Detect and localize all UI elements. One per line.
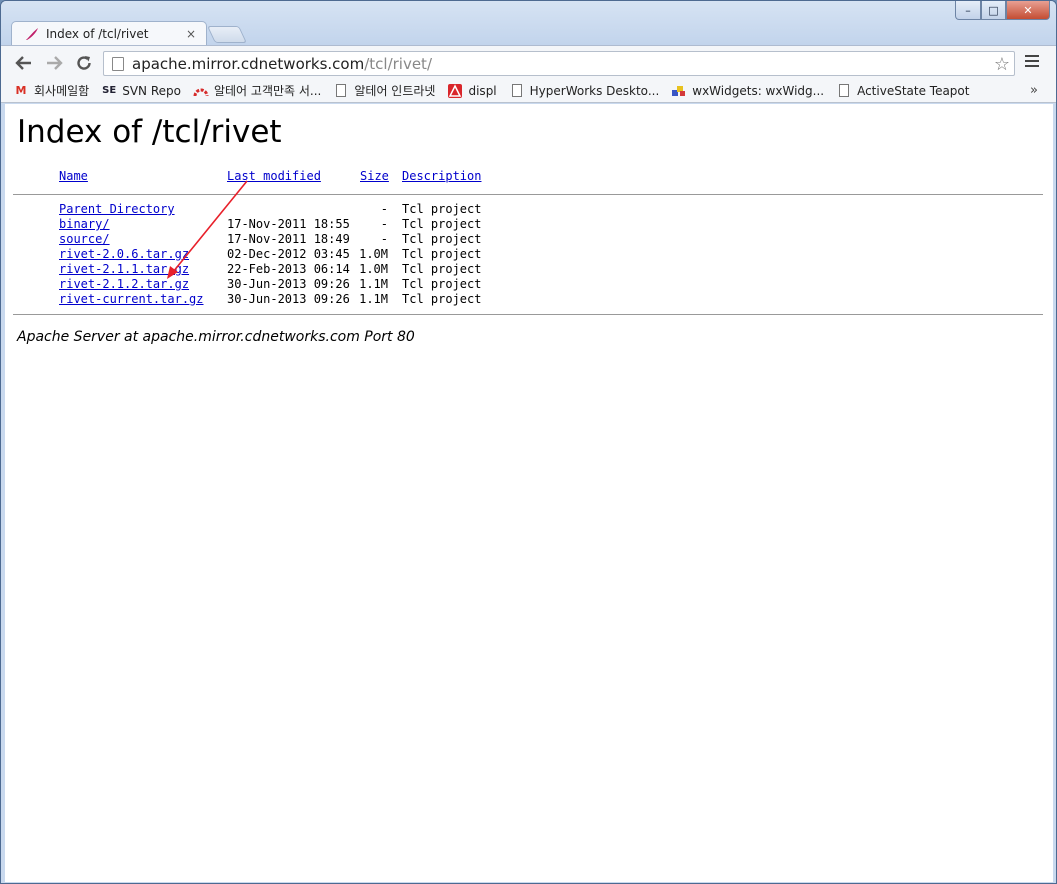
new-tab-button[interactable] <box>207 26 247 43</box>
tab-close-icon[interactable]: × <box>184 27 198 41</box>
gmail-icon: M <box>15 84 27 97</box>
annotation-arrow <box>167 180 248 279</box>
svn-icon: SE <box>102 85 117 96</box>
bookmarks-bar: M 회사메일함 SE SVN Repo 알테어 고객만족 서... 알테어 인트… <box>1 79 1056 103</box>
tab-strip: Index of /tcl/rivet × – □ ✕ <box>1 1 1056 46</box>
url-text[interactable]: apache.mirror.cdnetworks.com/tcl/rivet/ <box>132 55 432 73</box>
page-icon <box>336 84 347 97</box>
more-bookmarks-icon[interactable]: » <box>1030 83 1038 98</box>
address-bar[interactable]: apache.mirror.cdnetworks.com/tcl/rivet/ … <box>103 51 1015 76</box>
bookmark-item[interactable]: SE SVN Repo <box>101 84 181 98</box>
back-arrow-icon[interactable] <box>13 52 35 74</box>
bookmark-item[interactable]: 알테어 인트라넷 <box>333 82 435 99</box>
page-icon <box>112 56 124 71</box>
minimize-button[interactable]: – <box>955 1 981 20</box>
browser-toolbar: apache.mirror.cdnetworks.com/tcl/rivet/ … <box>1 45 1056 79</box>
red-logo-icon <box>447 83 463 98</box>
maximize-button[interactable]: □ <box>981 1 1006 20</box>
reload-icon[interactable] <box>73 52 95 74</box>
bookmark-item[interactable]: 알테어 고객만족 서... <box>193 82 321 99</box>
close-button[interactable]: ✕ <box>1006 1 1050 20</box>
browser-window: Index of /tcl/rivet × – □ ✕ apache.mirro… <box>0 0 1057 884</box>
window-controls: – □ ✕ <box>955 1 1050 20</box>
page-content: Index of /tcl/rivet Name Last modified S… <box>5 104 1053 882</box>
bookmark-item[interactable]: HyperWorks Deskto... <box>509 84 659 98</box>
page-icon <box>839 84 850 97</box>
tab-active[interactable]: Index of /tcl/rivet × <box>11 21 207 46</box>
tab-title: Index of /tcl/rivet <box>46 27 149 41</box>
menu-icon[interactable] <box>1025 55 1039 69</box>
apache-feather-icon <box>26 28 38 40</box>
forward-arrow-icon[interactable] <box>43 52 65 74</box>
wx-icon <box>671 84 687 98</box>
bookmark-item[interactable]: ActiveState Teapot <box>836 84 969 98</box>
bookmark-item[interactable]: M 회사메일함 <box>13 82 90 99</box>
bookmark-star-icon[interactable]: ☆ <box>994 54 1010 75</box>
bookmark-item[interactable]: wxWidgets: wxWidg... <box>671 84 824 98</box>
altair-icon <box>193 84 209 98</box>
bookmark-item[interactable]: displ <box>447 83 497 98</box>
page-icon <box>511 84 522 97</box>
